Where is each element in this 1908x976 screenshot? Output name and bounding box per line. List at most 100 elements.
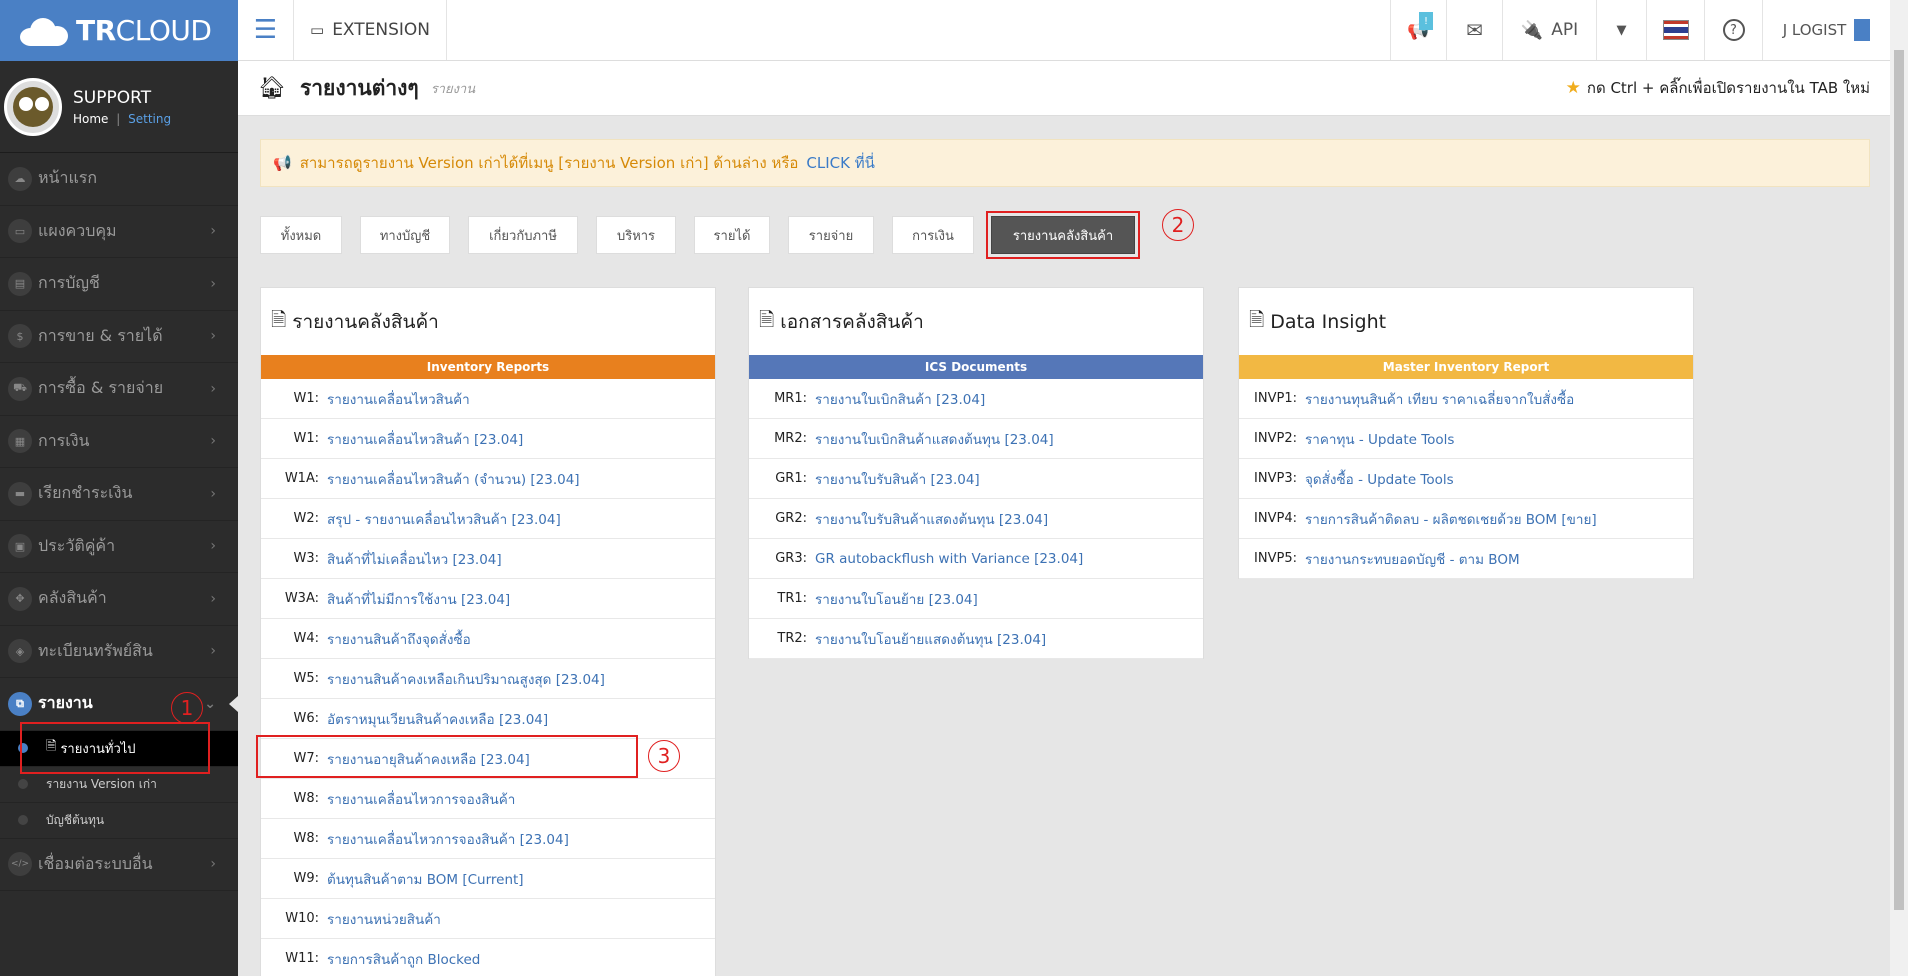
filter-finance[interactable]: การเงิน bbox=[892, 216, 974, 254]
report-row[interactable]: INVP4: รายการสินค้าติดลบ - ผลิตชดเชยด้วย … bbox=[1239, 499, 1693, 539]
filter-tax[interactable]: เกี่ยวกับภาษี bbox=[468, 216, 578, 254]
filter-management[interactable]: บริหาร bbox=[596, 216, 676, 254]
report-code: W8: bbox=[293, 791, 319, 806]
report-link[interactable]: รายงานเคลื่อนไหวสินค้า bbox=[327, 388, 470, 410]
extension-button[interactable]: ▭ EXTENSION bbox=[294, 0, 448, 60]
report-row[interactable]: W1: รายงานเคลื่อนไหวสินค้า [23.04] bbox=[261, 419, 715, 459]
hamburger-icon: ☰ bbox=[253, 15, 278, 45]
sidebar-item-dashboard[interactable]: ▭ แผงควบคุม › bbox=[0, 206, 238, 258]
home-icon[interactable]: 🏠︎ bbox=[258, 76, 286, 101]
report-row[interactable]: W8: รายงานเคลื่อนไหวการจองสินค้า bbox=[261, 779, 715, 819]
report-row[interactable]: W11: รายการสินค้าถูก Blocked bbox=[261, 939, 715, 976]
report-link[interactable]: รายการสินค้าถูก Blocked bbox=[327, 948, 480, 970]
report-link[interactable]: อัตราหมุนเวียนสินค้าคงเหลือ [23.04] bbox=[327, 708, 548, 730]
report-link[interactable]: รายงานสินค้าถึงจุดสั่งซื้อ bbox=[327, 628, 471, 650]
sidebar-item-sales[interactable]: $ การขาย & รายได้ › bbox=[0, 311, 238, 363]
report-row[interactable]: W4: รายงานสินค้าถึงจุดสั่งซื้อ bbox=[261, 619, 715, 659]
report-row[interactable]: INVP1: รายงานทุนสินค้า เทียบ ราคาเฉลี่ยจา… bbox=[1239, 379, 1693, 419]
report-row[interactable]: W3A: สินค้าที่ไม่มีการใช้งาน [23.04] bbox=[261, 579, 715, 619]
report-link[interactable]: รายงานเคลื่อนไหวสินค้า [23.04] bbox=[327, 428, 523, 450]
report-row[interactable]: W10: รายงานหน่วยสินค้า bbox=[261, 899, 715, 939]
hamburger-menu-button[interactable]: ☰ bbox=[238, 0, 294, 60]
annotation-3: 3 bbox=[648, 740, 680, 772]
mail-button[interactable]: ✉ bbox=[1446, 0, 1502, 60]
report-row[interactable]: W2: สรุป - รายงานเคลื่อนไหวสินค้า [23.04] bbox=[261, 499, 715, 539]
report-link[interactable]: รายงานหน่วยสินค้า bbox=[327, 908, 441, 930]
filter-expenses[interactable]: รายจ่าย bbox=[788, 216, 874, 254]
report-row[interactable]: W1: รายงานเคลื่อนไหวสินค้า bbox=[261, 379, 715, 419]
sidebar-item-assets[interactable]: ◈ ทะเบียนทรัพย์สิน › bbox=[0, 626, 238, 678]
credit-card-icon: ▬ bbox=[8, 481, 32, 506]
report-code: W1A: bbox=[284, 471, 319, 486]
report-row[interactable]: MR1: รายงานใบเบิกสินค้า [23.04] bbox=[749, 379, 1203, 419]
report-filter-tabs: ทั้งหมด ทางบัญชี เกี่ยวกับภาษี บริหาร รา… bbox=[260, 211, 1140, 259]
sidebar-subitem-cost-accounting[interactable]: บัญชีต้นทุน bbox=[0, 803, 238, 839]
help-button[interactable]: ? bbox=[1704, 0, 1762, 60]
report-row[interactable]: TR2: รายงานใบโอนย้ายแสดงต้นทุน [23.04] bbox=[749, 619, 1203, 659]
report-link[interactable]: GR autobackflush with Variance [23.04] bbox=[815, 551, 1083, 567]
report-link[interactable]: รายงานเคลื่อนไหวการจองสินค้า [23.04] bbox=[327, 828, 569, 850]
click-here-link[interactable]: CLICK ที่นี่ bbox=[806, 151, 874, 175]
report-row[interactable]: W8: รายงานเคลื่อนไหวการจองสินค้า [23.04] bbox=[261, 819, 715, 859]
filter-accounting[interactable]: ทางบัญชี bbox=[360, 216, 450, 254]
announcement-button[interactable]: 📢 ! bbox=[1390, 0, 1446, 60]
report-row[interactable]: W6: อัตราหมุนเวียนสินค้าคงเหลือ [23.04] bbox=[261, 699, 715, 739]
scrollbar-thumb[interactable] bbox=[1894, 50, 1904, 910]
report-link[interactable]: รายงานกระทบยอดบัญชี - ตาม BOM bbox=[1305, 548, 1520, 570]
sidebar-item-home[interactable]: ☁ หน้าแรก bbox=[0, 153, 238, 206]
report-row[interactable]: W9: ต้นทุนสินค้าตาม BOM [Current] bbox=[261, 859, 715, 899]
home-link[interactable]: Home bbox=[73, 112, 108, 126]
report-row[interactable]: W1A: รายงานเคลื่อนไหวสินค้า (จำนวน) [23.0… bbox=[261, 459, 715, 499]
report-row[interactable]: W5: รายงานสินค้าคงเหลือเกินปริมาณสูงสุด [… bbox=[261, 659, 715, 699]
page-scrollbar[interactable] bbox=[1890, 0, 1908, 976]
report-row[interactable]: INVP5: รายงานกระทบยอดบัญชี - ตาม BOM bbox=[1239, 539, 1693, 579]
report-row[interactable]: TR1: รายงานใบโอนย้าย [23.04] bbox=[749, 579, 1203, 619]
sidebar-item-billing[interactable]: ▬ เรียกชำระเงิน › bbox=[0, 468, 238, 521]
sidebar-item-integrations[interactable]: </> เชื่อมต่อระบบอื่น › bbox=[0, 839, 238, 891]
report-link[interactable]: รายงานใบรับสินค้าแสดงต้นทุน [23.04] bbox=[815, 508, 1048, 530]
chevron-down-icon: ⌄ bbox=[204, 695, 216, 712]
avatar[interactable] bbox=[4, 77, 62, 136]
report-link[interactable]: สรุป - รายงานเคลื่อนไหวสินค้า [23.04] bbox=[327, 508, 561, 530]
api-button[interactable]: 🔌 API bbox=[1502, 0, 1596, 60]
report-link[interactable]: รายงานใบเบิกสินค้าแสดงต้นทุน [23.04] bbox=[815, 428, 1054, 450]
sidebar-item-label: เชื่อมต่อระบบอื่น bbox=[38, 853, 153, 873]
sidebar-item-accounting[interactable]: ▤ การบัญชี › bbox=[0, 258, 238, 311]
sidebar-item-finance[interactable]: ▦ การเงิน › bbox=[0, 416, 238, 468]
language-button[interactable] bbox=[1646, 0, 1704, 60]
report-link[interactable]: รายการสินค้าติดลบ - ผลิตชดเชยด้วย BOM [ข… bbox=[1305, 508, 1597, 530]
report-link[interactable]: รายงานใบโอนย้าย [23.04] bbox=[815, 588, 978, 610]
report-link[interactable]: รายงานสินค้าคงเหลือเกินปริมาณสูงสุด [23.… bbox=[327, 668, 605, 690]
report-link[interactable]: รายงานเคลื่อนไหวการจองสินค้า bbox=[327, 788, 515, 810]
report-link[interactable]: รายงานใบเบิกสินค้า [23.04] bbox=[815, 388, 985, 410]
report-link[interactable]: รายงานใบรับสินค้า [23.04] bbox=[815, 468, 980, 490]
company-button[interactable]: J LOGIST bbox=[1762, 0, 1890, 60]
sidebar-item-contacts[interactable]: ▣ ประวัติคู่ค้า › bbox=[0, 521, 238, 573]
report-row[interactable]: MR2: รายงานใบเบิกสินค้าแสดงต้นทุน [23.04] bbox=[749, 419, 1203, 459]
report-link[interactable]: รายงานทุนสินค้า เทียบ ราคาเฉลี่ยจากใบสั่… bbox=[1305, 388, 1574, 410]
report-row[interactable]: INVP3: จุดสั่งซื้อ - Update Tools bbox=[1239, 459, 1693, 499]
report-link[interactable]: จุดสั่งซื้อ - Update Tools bbox=[1305, 468, 1454, 490]
report-row[interactable]: W3: สินค้าที่ไม่เคลื่อนไหว [23.04] bbox=[261, 539, 715, 579]
report-link[interactable]: รายงานใบโอนย้ายแสดงต้นทุน [23.04] bbox=[815, 628, 1046, 650]
report-row[interactable]: GR1: รายงานใบรับสินค้า [23.04] bbox=[749, 459, 1203, 499]
report-link[interactable]: สินค้าที่ไม่เคลื่อนไหว [23.04] bbox=[327, 548, 502, 570]
chevron-right-icon: › bbox=[210, 328, 216, 345]
dropdown-button[interactable]: ▼ bbox=[1596, 0, 1646, 60]
report-link[interactable]: ต้นทุนสินค้าตาม BOM [Current] bbox=[327, 868, 524, 890]
report-link[interactable]: รายงานเคลื่อนไหวสินค้า (จำนวน) [23.04] bbox=[327, 468, 580, 490]
page-subtitle: รายงาน bbox=[430, 81, 476, 97]
filter-all[interactable]: ทั้งหมด bbox=[260, 216, 342, 254]
report-row[interactable]: GR2: รายงานใบรับสินค้าแสดงต้นทุน [23.04] bbox=[749, 499, 1203, 539]
report-row[interactable]: GR3: GR autobackflush with Variance [23.0… bbox=[749, 539, 1203, 579]
sidebar-item-inventory[interactable]: ✥ คลังสินค้า › bbox=[0, 573, 238, 626]
filter-revenue[interactable]: รายได้ bbox=[694, 216, 770, 254]
report-link[interactable]: สินค้าที่ไม่มีการใช้งาน [23.04] bbox=[327, 588, 510, 610]
report-link[interactable]: ราคาทุน - Update Tools bbox=[1305, 428, 1454, 450]
brand-logo[interactable]: TRCLOUD bbox=[0, 0, 238, 61]
setting-link[interactable]: Setting bbox=[128, 112, 171, 126]
sidebar-item-purchases[interactable]: ⛟ การซื้อ & รายจ่าย › bbox=[0, 363, 238, 416]
report-row[interactable]: INVP2: ราคาทุน - Update Tools bbox=[1239, 419, 1693, 459]
filter-inventory-reports[interactable]: รายงานคลังสินค้า bbox=[991, 216, 1135, 254]
sidebar-subitem-label: รายงาน Version เก่า bbox=[46, 776, 157, 791]
